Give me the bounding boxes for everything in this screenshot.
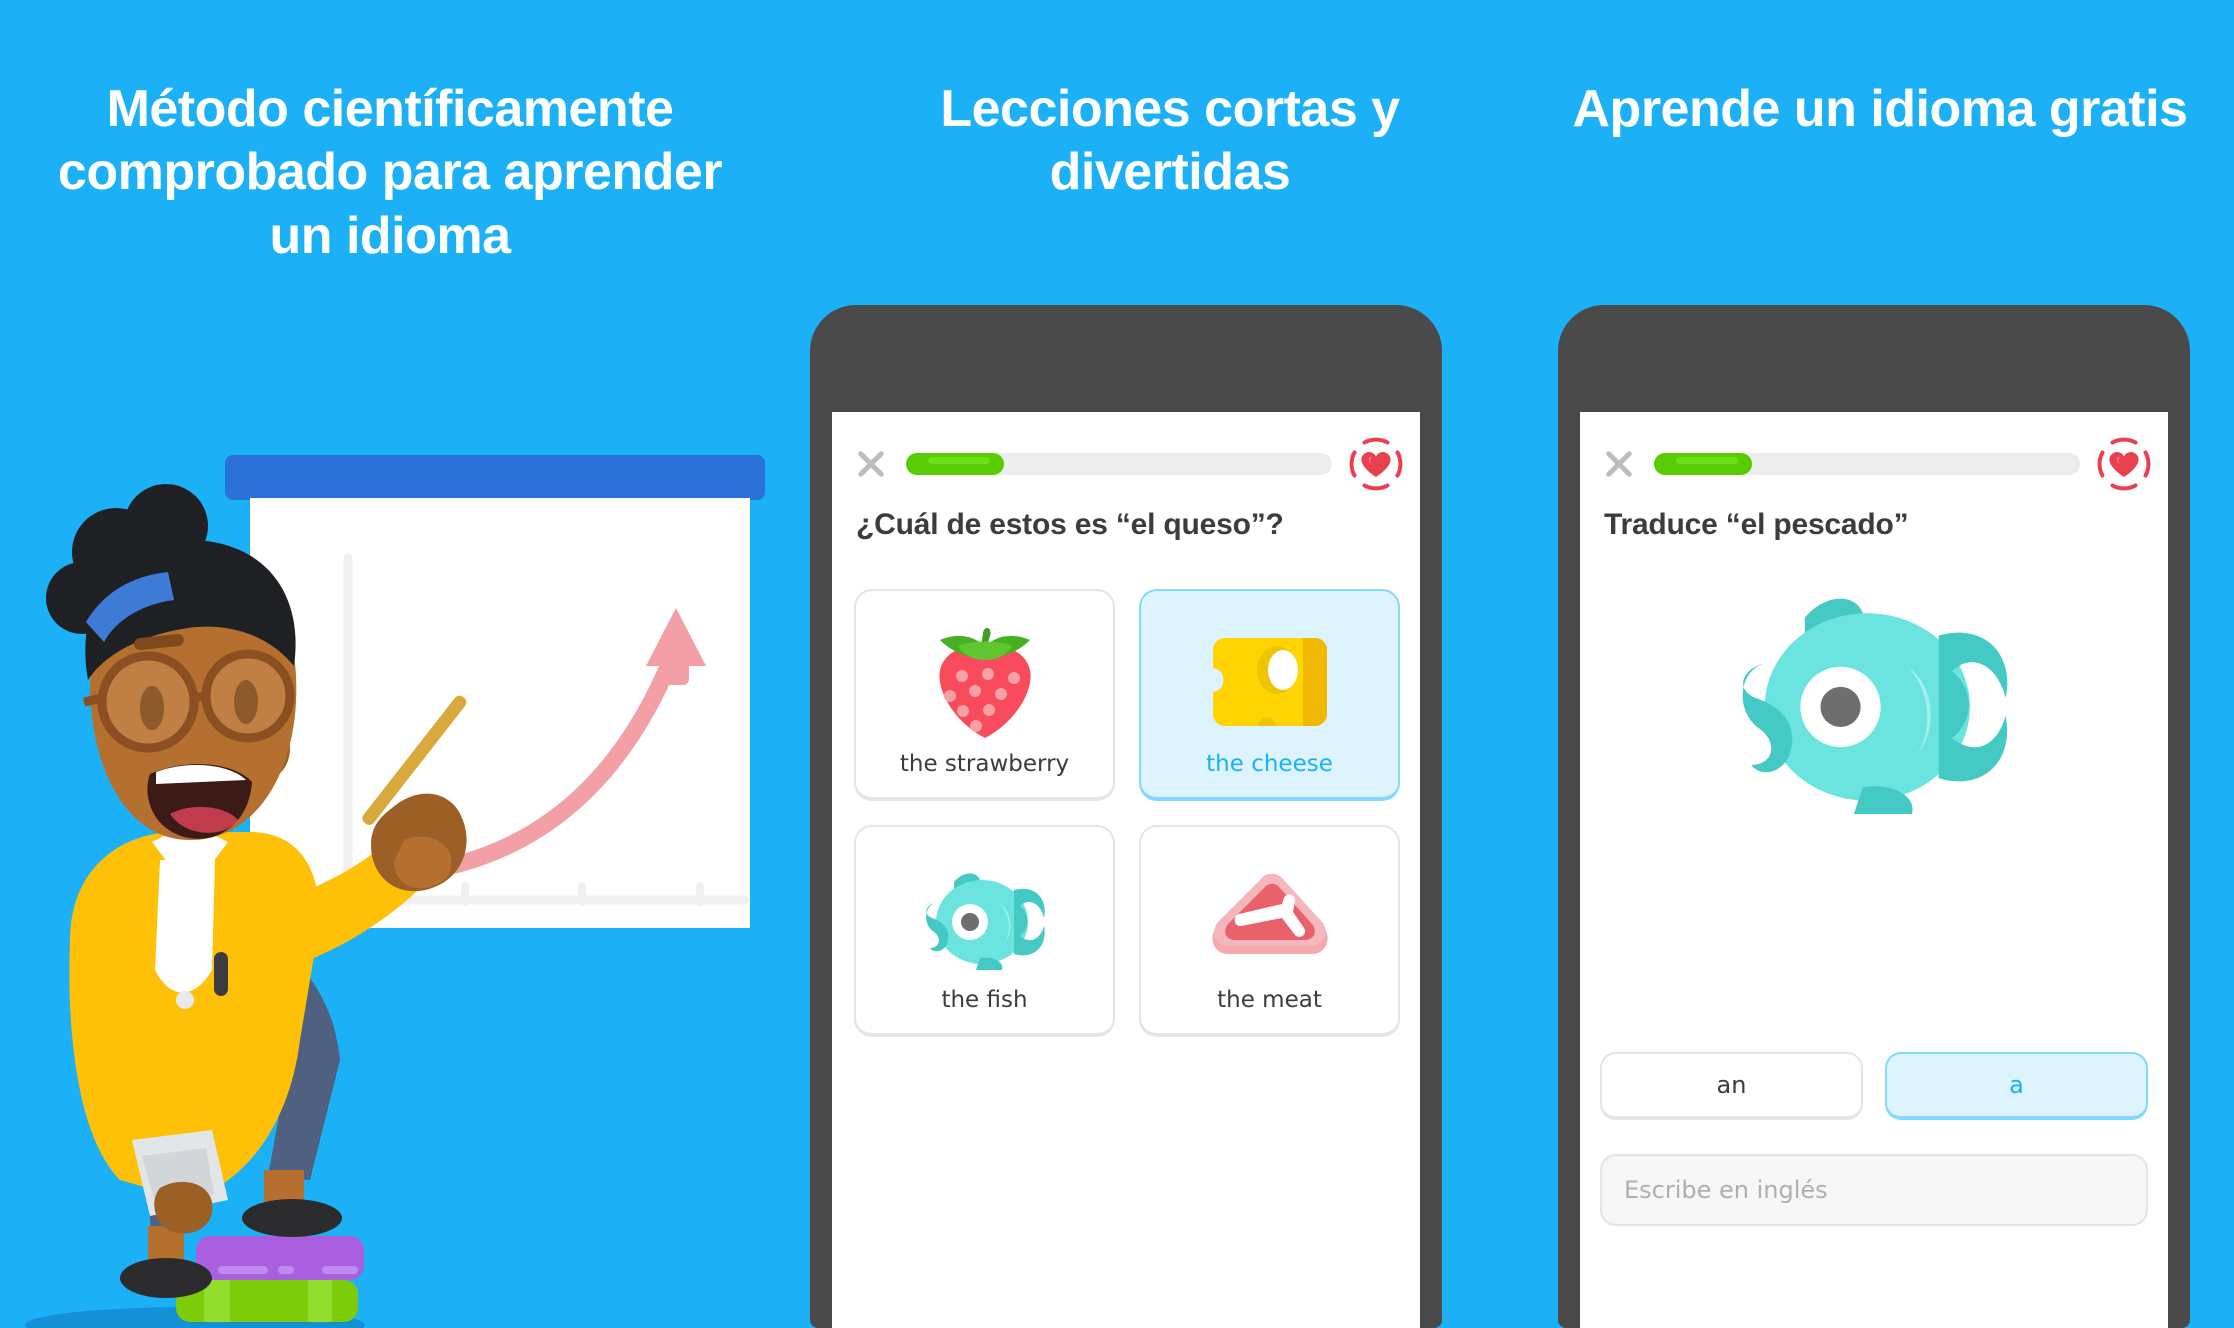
heart-icon[interactable] <box>2096 436 2152 492</box>
answer-option-strawberry[interactable]: the strawberry <box>854 589 1115 801</box>
strawberry-icon <box>864 613 1105 751</box>
answer-label: the strawberry <box>899 751 1070 777</box>
translate-screen: Traduce “el pescado” an a Escribe en ing… <box>1580 412 2168 1328</box>
answer-label: the cheese <box>1206 751 1333 777</box>
progress-fill <box>906 453 1004 475</box>
lesson-topbar <box>832 434 1420 494</box>
close-icon[interactable] <box>1602 447 1636 481</box>
word-chip-a[interactable]: a <box>1885 1052 2148 1120</box>
answer-label: the meat <box>1217 987 1322 1013</box>
phone-translate-frame: Traduce “el pescado” an a Escribe en ing… <box>1558 305 2190 1328</box>
teacher-illustration <box>0 440 800 1328</box>
lesson-prompt: ¿Cuál de estos es “el queso”? <box>856 508 1284 541</box>
progress-fill <box>1654 453 1752 475</box>
promo-banner: Método científicamente comprobado para a… <box>0 0 2234 1328</box>
lesson-screen: ¿Cuál de estos es “el queso”? the strawb… <box>832 412 1420 1328</box>
whiteboard <box>225 455 765 928</box>
translate-answer-input[interactable]: Escribe en inglés <box>1600 1154 2148 1226</box>
word-bank: an a <box>1600 1052 2148 1120</box>
translate-prompt: Traduce “el pescado” <box>1604 508 1909 541</box>
panel-2-heading: Lecciones cortas y divertidas <box>940 80 1400 202</box>
progress-bar <box>1654 453 2080 475</box>
fish-icon <box>1580 582 2168 814</box>
translate-topbar <box>1580 434 2168 494</box>
fish-icon <box>864 849 1105 987</box>
word-chip-an[interactable]: an <box>1600 1052 1863 1120</box>
answer-option-fish[interactable]: the fish <box>854 825 1115 1037</box>
meat-icon <box>1149 849 1390 987</box>
cheese-icon <box>1149 613 1390 751</box>
phone-lesson-frame: ¿Cuál de estos es “el queso”? the strawb… <box>810 305 1442 1328</box>
close-icon[interactable] <box>854 447 888 481</box>
progress-bar <box>906 453 1332 475</box>
answer-option-cheese[interactable]: the cheese <box>1139 589 1400 801</box>
panel-1-heading: Método científicamente comprobado para a… <box>57 80 723 265</box>
answer-option-meat[interactable]: the meat <box>1139 825 1400 1037</box>
heart-icon[interactable] <box>1348 436 1404 492</box>
answer-label: the fish <box>941 987 1028 1013</box>
answer-options: the strawberry the cheese the fish the m… <box>854 589 1400 1037</box>
panel-3-heading: Aprende un idioma gratis <box>1572 80 2188 138</box>
